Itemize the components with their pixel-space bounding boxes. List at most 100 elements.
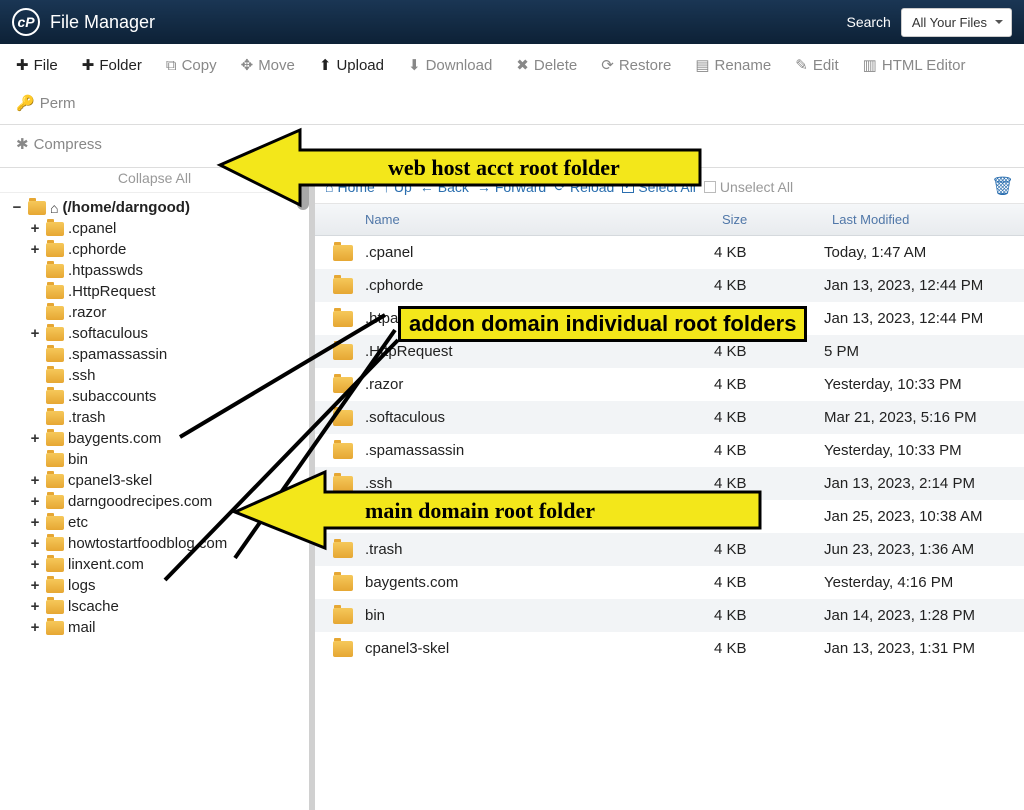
collapse-all-button[interactable]: Collapse All <box>0 168 309 193</box>
expand-icon[interactable]: + <box>28 241 42 258</box>
expand-icon[interactable]: + <box>28 556 42 573</box>
compress-label: Compress <box>34 136 102 153</box>
table-row[interactable]: .htpasswds4 KBJan 13, 2023, 12:44 PM <box>315 302 1024 335</box>
expand-icon[interactable]: + <box>28 598 42 615</box>
tree-item[interactable]: .spamassassin <box>28 344 309 365</box>
tree-item[interactable]: .ssh <box>28 365 309 386</box>
expand-icon[interactable]: + <box>28 325 42 342</box>
nav-back[interactable]: ← Back <box>420 179 469 195</box>
nav-reload-label: Reload <box>570 179 614 195</box>
tree-item[interactable]: +.cpanel <box>28 218 309 239</box>
nav-up[interactable]: ↑ Up <box>383 179 412 195</box>
row-size: 4 KB <box>714 277 824 294</box>
table-row[interactable]: cpanel3-skel4 KBJan 13, 2023, 1:31 PM <box>315 632 1024 665</box>
row-size: 4 KB <box>714 475 824 492</box>
table-row[interactable]: .ssh4 KBJan 13, 2023, 2:14 PM <box>315 467 1024 500</box>
restore-button[interactable]: ⟳Restore <box>593 50 679 80</box>
table-row[interactable]: .HttpRequest4 KB5 PM <box>315 335 1024 368</box>
tree-item[interactable]: +lscache <box>28 596 309 617</box>
tree-item[interactable]: .htpasswds <box>28 260 309 281</box>
row-size: 4 KB <box>714 508 824 525</box>
tree-item[interactable]: +cpanel3-skel <box>28 470 309 491</box>
table-row[interactable]: .subaccounts4 KBJan 25, 2023, 10:38 AM <box>315 500 1024 533</box>
expand-icon[interactable]: + <box>28 493 42 510</box>
col-modified[interactable]: Last Modified <box>824 210 1024 229</box>
nav-home[interactable]: ⌂ Home <box>325 179 375 195</box>
table-row[interactable]: .cphorde4 KBJan 13, 2023, 12:44 PM <box>315 269 1024 302</box>
tree-item[interactable]: +howtostartfoodblog.com <box>28 533 309 554</box>
nav-reload[interactable]: ⟳ Reload <box>554 178 614 195</box>
row-name: .razor <box>365 376 714 393</box>
tree-item[interactable]: .subaccounts <box>28 386 309 407</box>
tree-item[interactable]: .trash <box>28 407 309 428</box>
tree-item[interactable]: +linxent.com <box>28 554 309 575</box>
delete-button[interactable]: ✖Delete <box>508 50 585 80</box>
tree-item[interactable]: .HttpRequest <box>28 281 309 302</box>
nav-unselect-all-label: Unselect All <box>720 179 793 195</box>
nav-up-label: Up <box>394 179 412 195</box>
copy-button[interactable]: ⧉Copy <box>158 51 225 80</box>
expand-icon[interactable]: + <box>28 514 42 531</box>
col-name[interactable]: Name <box>315 210 714 229</box>
table-row[interactable]: .spamassassin4 KBYesterday, 10:33 PM <box>315 434 1024 467</box>
download-button[interactable]: ⬇Download <box>400 50 500 80</box>
uncheck-icon <box>704 181 716 193</box>
tree-item[interactable]: +.softaculous <box>28 323 309 344</box>
tree-root[interactable]: − ⌂ (/home/darngood) <box>10 197 309 218</box>
compress-button[interactable]: ✱Compress <box>8 129 110 159</box>
tree-item[interactable]: +logs <box>28 575 309 596</box>
folder-icon <box>46 285 64 299</box>
tree-item[interactable]: +etc <box>28 512 309 533</box>
permissions-button[interactable]: 🔑Perm <box>8 88 84 118</box>
nav-select-all-label: Select All <box>638 179 696 195</box>
expand-icon[interactable]: + <box>28 577 42 594</box>
rename-button[interactable]: ▤Rename <box>687 50 779 80</box>
search-scope-select[interactable]: All Your Files <box>901 8 1012 37</box>
folder-icon <box>333 542 353 558</box>
table-row[interactable]: .trash4 KBJun 23, 2023, 1:36 AM <box>315 533 1024 566</box>
tree-item-label: .trash <box>68 409 106 426</box>
row-modified: Yesterday, 10:33 PM <box>824 442 1024 459</box>
new-folder-label: Folder <box>99 57 142 74</box>
move-button[interactable]: ✥Move <box>233 50 303 80</box>
tree-item[interactable]: +darngoodrecipes.com <box>28 491 309 512</box>
edit-button[interactable]: ✎Edit <box>787 50 846 80</box>
collapse-icon[interactable]: − <box>10 199 24 216</box>
table-row[interactable]: baygents.com4 KBYesterday, 4:16 PM <box>315 566 1024 599</box>
new-folder-button[interactable]: ✚Folder <box>74 50 150 80</box>
tree-item[interactable]: +.cphorde <box>28 239 309 260</box>
tree-item[interactable]: bin <box>28 449 309 470</box>
nav-select-all[interactable]: ✓Select All <box>622 179 696 195</box>
tree-scrollbar[interactable] <box>297 168 309 210</box>
upload-label: Upload <box>336 57 384 74</box>
download-icon: ⬇ <box>408 56 421 74</box>
tree-item[interactable]: +mail <box>28 617 309 638</box>
table-row[interactable]: bin4 KBJan 14, 2023, 1:28 PM <box>315 599 1024 632</box>
expand-icon[interactable]: + <box>28 472 42 489</box>
new-file-button[interactable]: ✚File <box>8 50 66 80</box>
row-name: .ssh <box>365 475 714 492</box>
nav-forward[interactable]: → Forward <box>477 179 546 195</box>
expand-icon[interactable]: + <box>28 535 42 552</box>
row-modified: Jan 13, 2023, 1:31 PM <box>824 640 1024 657</box>
expand-icon[interactable]: + <box>28 619 42 636</box>
copy-icon: ⧉ <box>166 57 177 74</box>
expand-icon[interactable]: + <box>28 430 42 447</box>
expand-icon[interactable]: + <box>28 220 42 237</box>
file-list-pane: ⌂ Home ↑ Up ← Back → Forward ⟳ Reload ✓S… <box>315 168 1024 810</box>
table-row[interactable]: .cpanel4 KBToday, 1:47 AM <box>315 236 1024 269</box>
row-modified: Today, 1:47 AM <box>824 244 1024 261</box>
col-size[interactable]: Size <box>714 210 824 229</box>
row-modified: Jan 13, 2023, 2:14 PM <box>824 475 1024 492</box>
table-row[interactable]: .razor4 KBYesterday, 10:33 PM <box>315 368 1024 401</box>
tree-item[interactable]: .razor <box>28 302 309 323</box>
nav-trash-icon[interactable]: 🗑 <box>991 176 1014 197</box>
upload-button[interactable]: ⬆Upload <box>311 50 392 80</box>
restore-icon: ⟳ <box>601 56 614 74</box>
nav-unselect-all[interactable]: Unselect All <box>704 179 793 195</box>
tree-item[interactable]: +baygents.com <box>28 428 309 449</box>
table-row[interactable]: .softaculous4 KBMar 21, 2023, 5:16 PM <box>315 401 1024 434</box>
row-size: 4 KB <box>714 244 824 261</box>
html-editor-button[interactable]: ▥HTML Editor <box>855 50 974 80</box>
rename-icon: ▤ <box>695 56 709 74</box>
